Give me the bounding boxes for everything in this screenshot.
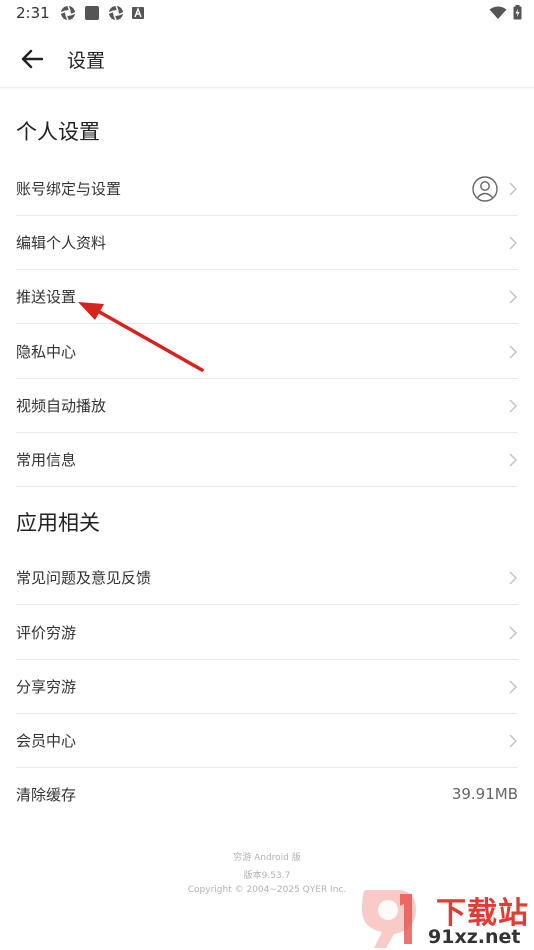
settings-row-faq-feedback[interactable]: 常见问题及意见反馈 — [16, 551, 518, 605]
row-label: 账号绑定与设置 — [16, 180, 122, 198]
settings-row-member-center[interactable]: 会员中心 — [16, 714, 518, 768]
settings-row-rate-app[interactable]: 评价穷游 — [16, 606, 518, 660]
app-notification-icon-2 — [108, 5, 124, 21]
watermark-domain: 91xz.net — [428, 926, 521, 948]
chevron-right-icon — [509, 626, 518, 640]
notification-icons — [60, 5, 144, 21]
settings-row-account-binding[interactable]: 账号绑定与设置 — [16, 162, 518, 216]
footer-app-name: 穷游 Android 版 — [233, 853, 301, 863]
app-notification-icon — [60, 5, 76, 21]
font-notification-icon — [132, 7, 144, 19]
settings-row-push-settings[interactable]: 推送设置 — [16, 270, 518, 324]
chevron-right-icon — [509, 290, 518, 304]
section-title-personal: 个人设置 — [16, 120, 100, 144]
wifi-icon — [489, 6, 507, 19]
chevron-right-icon — [509, 182, 518, 196]
row-label: 评价穷游 — [16, 624, 77, 642]
settings-row-video-autoplay[interactable]: 视频自动播放 — [16, 379, 518, 433]
square-notification-icon — [85, 6, 99, 20]
settings-row-privacy-center[interactable]: 隐私中心 — [16, 325, 518, 379]
settings-row-edit-profile[interactable]: 编辑个人资料 — [16, 216, 518, 270]
row-label: 常用信息 — [16, 451, 77, 469]
watermark-logo: 下载站 91xz.net — [358, 884, 534, 950]
row-label: 视频自动播放 — [16, 397, 107, 415]
back-button[interactable] — [14, 44, 50, 74]
row-label: 会员中心 — [16, 732, 77, 750]
chevron-right-icon — [509, 399, 518, 413]
chevron-right-icon — [509, 345, 518, 359]
app-bar: 设置 — [0, 30, 534, 88]
row-label: 隐私中心 — [16, 343, 77, 361]
watermark-emblem-icon — [362, 890, 416, 948]
status-bar: 2:31 — [0, 0, 534, 28]
arrow-left-icon — [21, 49, 43, 69]
row-label: 分享穷游 — [16, 678, 77, 696]
row-label: 常见问题及意见反馈 — [16, 569, 152, 587]
section-title-app: 应用相关 — [16, 511, 100, 535]
battery-icon — [513, 5, 522, 20]
settings-row-common-info[interactable]: 常用信息 — [16, 433, 518, 487]
page-title: 设置 — [67, 50, 106, 72]
avatar-icon — [472, 176, 498, 202]
settings-row-share-app[interactable]: 分享穷游 — [16, 660, 518, 714]
cache-size-value: 39.91MB — [451, 785, 518, 803]
chevron-right-icon — [509, 734, 518, 748]
chevron-right-icon — [509, 571, 518, 585]
row-label: 推送设置 — [16, 288, 77, 306]
status-time: 2:31 — [16, 4, 50, 22]
chevron-right-icon — [509, 236, 518, 250]
footer-version: 版本9.53.7 — [243, 871, 291, 881]
row-label: 编辑个人资料 — [16, 234, 107, 252]
row-label: 清除缓存 — [16, 786, 77, 804]
settings-row-clear-cache[interactable]: 清除缓存 39.91MB — [16, 768, 518, 822]
system-icons — [489, 5, 522, 20]
chevron-right-icon — [509, 680, 518, 694]
chevron-right-icon — [509, 453, 518, 467]
